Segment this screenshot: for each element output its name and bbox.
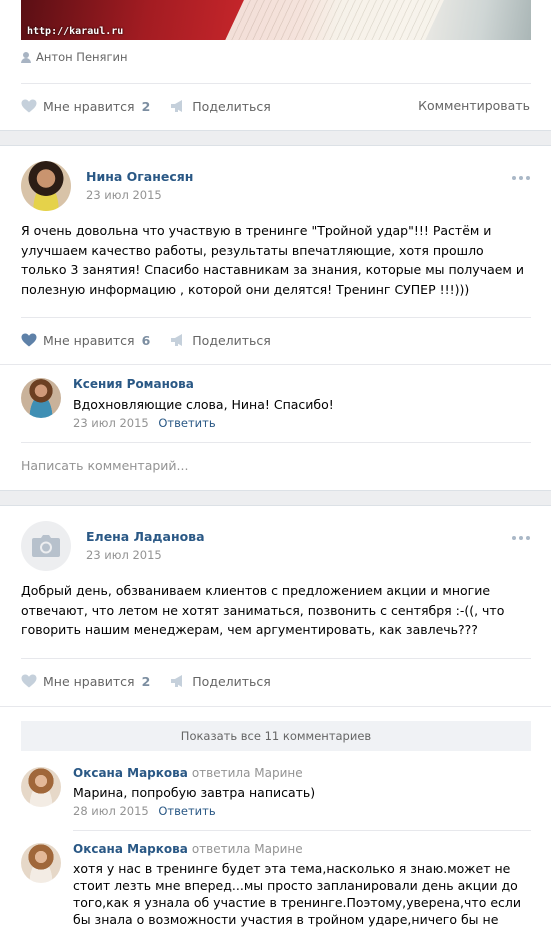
post-card: Елена Ладанова 23 июл 2015 Добрый день, … (0, 505, 551, 931)
post-actions: Мне нравится 2 Поделиться (21, 96, 291, 116)
post-text: Я очень довольна что участвую в тренинге… (21, 223, 524, 297)
like-count: 2 (141, 98, 151, 114)
comment-input[interactable]: Написать комментарий... (21, 458, 188, 473)
like-label: Мне нравится (43, 98, 135, 114)
comment-author[interactable]: Ксения Романова (73, 377, 194, 391)
comment-author[interactable]: Оксана Маркова ответила Марине (73, 842, 303, 856)
post-card: http://karaul.ru Антон Пенягин Мне нрави… (0, 0, 551, 131)
post-text: Добрый день, обзваниваем клиентов с пред… (21, 583, 505, 637)
image-watermark: http://karaul.ru (27, 26, 124, 37)
post-author[interactable]: Елена Ладанова (86, 529, 205, 544)
comment-avatar[interactable] (21, 378, 61, 418)
more-dots-icon[interactable] (512, 176, 530, 180)
comment-meta: 23 июл 2015 Ответить (73, 416, 216, 430)
like-button[interactable]: Мне нравится 6 (21, 333, 150, 348)
share-button[interactable]: Поделиться (170, 99, 271, 114)
book-illustration (224, 0, 448, 40)
comment-text: Вдохновляющие слова, Нина! Спасибо! (73, 397, 334, 412)
megaphone-icon (171, 334, 183, 346)
avatar[interactable] (21, 521, 71, 571)
post-signer[interactable]: Антон Пенягин (21, 50, 128, 64)
like-label: Мне нравится (43, 673, 135, 689)
post-actions: Мне нравится 2 Поделиться (21, 671, 291, 691)
post-date[interactable]: 23 июл 2015 (86, 548, 162, 562)
comment-author[interactable]: Оксана Маркова ответила Марине (73, 766, 303, 780)
comment-avatar[interactable] (21, 843, 61, 883)
comment-author-name[interactable]: Оксана Маркова (73, 842, 188, 856)
divider (21, 317, 531, 318)
comment-button[interactable]: Комментировать (418, 98, 530, 113)
like-count: 6 (141, 332, 151, 348)
comment-date[interactable]: 23 июл 2015 (73, 416, 149, 430)
share-label: Поделиться (192, 98, 271, 114)
reply-button[interactable]: Ответить (158, 804, 215, 818)
heart-icon (21, 333, 37, 347)
comment-date[interactable]: 28 июл 2015 (73, 804, 149, 818)
share-label: Поделиться (192, 673, 271, 689)
comment-avatar[interactable] (21, 767, 61, 807)
signer-name[interactable]: Антон Пенягин (36, 50, 128, 64)
comment-meta: 28 июл 2015 Ответить (73, 804, 216, 818)
divider (21, 658, 531, 659)
post-actions: Мне нравится 6 Поделиться (21, 330, 291, 350)
divider (21, 83, 531, 84)
camera-icon (32, 535, 60, 557)
divider (73, 830, 531, 831)
megaphone-icon (171, 675, 183, 687)
share-button[interactable]: Поделиться (170, 333, 271, 348)
like-button[interactable]: Мне нравится 2 (21, 674, 150, 689)
more-dots-icon[interactable] (512, 536, 530, 540)
divider (0, 364, 551, 365)
share-button[interactable]: Поделиться (170, 674, 271, 689)
megaphone-icon (171, 100, 183, 112)
heart-icon (21, 674, 37, 688)
post-date[interactable]: 23 июл 2015 (86, 188, 162, 202)
comment-text: хотя у нас в тренинге будет эта тема,нас… (73, 861, 521, 931)
comment-text: Марина, попробую завтра написать) (73, 785, 316, 800)
post-card: Нина Оганесян 23 июл 2015 Я очень доволь… (0, 145, 551, 491)
post-author[interactable]: Нина Оганесян (86, 169, 193, 184)
share-label: Поделиться (192, 332, 271, 348)
show-all-comments-button[interactable]: Показать все 11 комментариев (21, 721, 531, 751)
heart-icon (21, 99, 37, 113)
like-label: Мне нравится (43, 332, 135, 348)
post-image[interactable]: http://karaul.ru (21, 0, 531, 40)
comment-reply-to[interactable]: ответила Марине (192, 766, 303, 780)
comment-reply-to[interactable]: ответила Марине (192, 842, 303, 856)
comment-author-name[interactable]: Оксана Маркова (73, 766, 188, 780)
reply-button[interactable]: Ответить (158, 416, 215, 430)
divider (0, 706, 551, 707)
like-count: 2 (141, 673, 151, 689)
divider (21, 442, 531, 443)
like-button[interactable]: Мне нравится 2 (21, 99, 150, 114)
avatar[interactable] (21, 161, 71, 211)
user-icon (21, 51, 31, 63)
